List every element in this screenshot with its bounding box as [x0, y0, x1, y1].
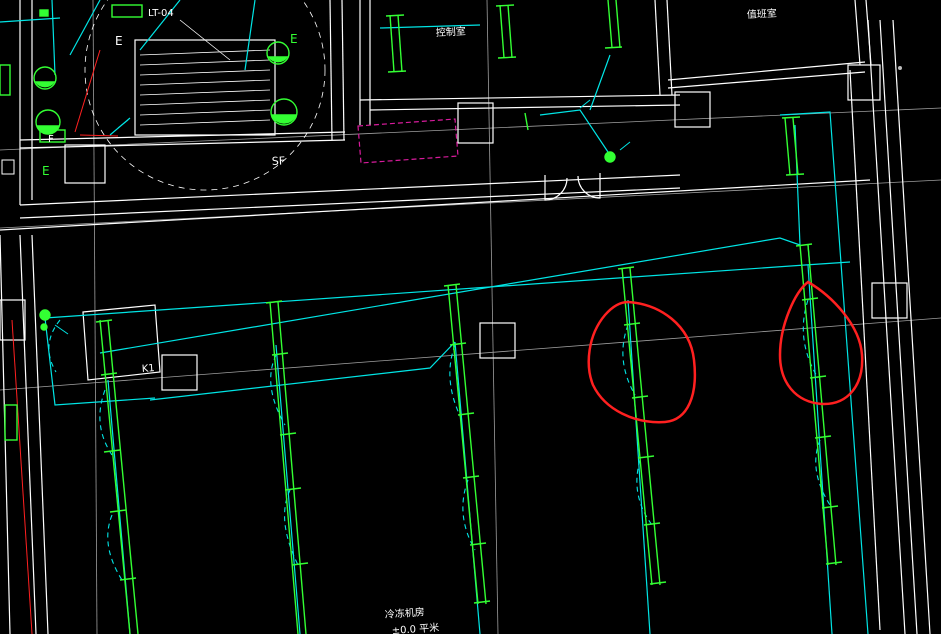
red-stair-line	[74, 49, 101, 133]
lighting-fixtures	[99, 0, 837, 634]
cyan-pipes	[0, 0, 869, 634]
stair-dashed-circle	[84, 0, 326, 191]
red-stair-line-2	[79, 134, 119, 137]
e-label-3: E	[115, 34, 123, 48]
red-highlight-circle-1	[587, 300, 697, 424]
e-label-2: E	[42, 164, 50, 178]
sf-label: SF	[271, 154, 285, 168]
e-label-1: E	[290, 32, 298, 46]
red-boundary-line	[11, 319, 33, 634]
k1-label: K1	[141, 363, 155, 375]
lt04-label: LT-04	[148, 8, 174, 19]
f-label: F	[48, 134, 54, 145]
cad-drawing-canvas: 控制室 值班室 SF K1 LT-04 E E E F 冷冻机房 ±0.0 平米	[0, 0, 941, 634]
stair-treads	[139, 19, 271, 126]
chiller-room-label: 冷冻机房	[384, 605, 425, 621]
walls	[0, 0, 931, 634]
duty-room-label: 值班室	[746, 6, 777, 21]
round-fixtures	[0, 4, 616, 441]
left-edge-marker	[1, 159, 15, 175]
bottom-partial-label: ±0.0 平米	[391, 621, 439, 634]
dashed-equipment-box	[357, 118, 459, 164]
corner-marker	[898, 66, 902, 70]
